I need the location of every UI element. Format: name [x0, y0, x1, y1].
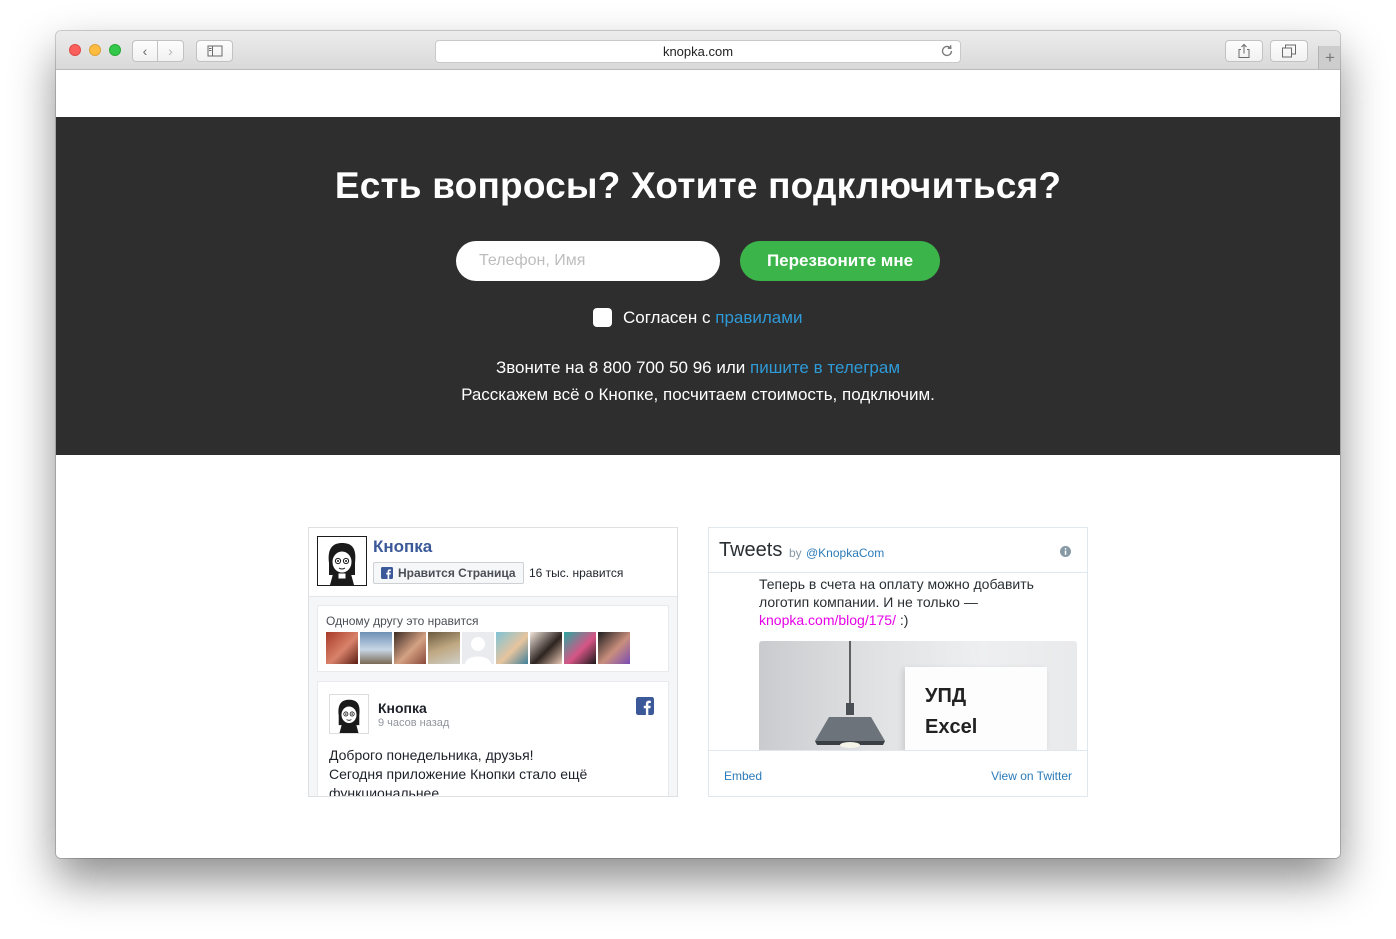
- page-content: Есть вопросы? Хотите подключиться? Перез…: [56, 70, 1340, 858]
- facebook-icon: [636, 697, 654, 715]
- twitter-title: Tweets: [719, 539, 783, 561]
- friend-avatar[interactable]: [496, 632, 528, 664]
- sidebar-icon: [207, 45, 222, 57]
- contact-headline: Есть вопросы? Хотите подключиться?: [334, 165, 1062, 206]
- post-author-name[interactable]: Кнопка: [378, 700, 427, 716]
- phone-name-input[interactable]: [456, 241, 720, 281]
- back-button[interactable]: ‹: [132, 40, 158, 62]
- back-icon: ‹: [142, 43, 148, 59]
- twitter-handle-link[interactable]: @KnopkaCom: [806, 546, 884, 560]
- document-line: Excel: [925, 716, 978, 738]
- friend-avatar[interactable]: [326, 632, 358, 664]
- friend-avatar[interactable]: [564, 632, 596, 664]
- telegram-link[interactable]: пишите в телеграм: [750, 358, 900, 377]
- facebook-widget: Кнопка Нравится Страница 16 тыс. нравитс…: [308, 527, 678, 797]
- friends-text: Одному другу это нравится: [326, 614, 479, 628]
- tweet-suffix: :): [895, 612, 909, 628]
- avatar-illustration: [328, 543, 356, 585]
- facebook-post: Кнопка 9 часов назад Доброго понедельник…: [317, 681, 669, 797]
- like-label: Нравится Страница: [398, 566, 516, 580]
- info-icon[interactable]: [1060, 546, 1071, 557]
- tweet-text: Теперь в счета на оплату можно добавить …: [759, 575, 1059, 629]
- facebook-icon: [381, 567, 393, 579]
- share-icon: [1238, 43, 1250, 58]
- twitter-footer: Embed View on Twitter: [709, 750, 1087, 796]
- friend-avatar[interactable]: [462, 632, 494, 664]
- friend-avatar[interactable]: [530, 632, 562, 664]
- reload-icon[interactable]: [940, 44, 954, 58]
- zoom-window-button[interactable]: [109, 44, 121, 56]
- avatar-illustration: [338, 699, 360, 733]
- document-sheet: УПД Excel: [905, 667, 1047, 751]
- phone-text: Звоните на 8 800 700 50 96 или: [495, 358, 750, 377]
- post-line: Сегодня приложение Кнопки стало ещё: [329, 766, 588, 782]
- share-button[interactable]: [1225, 40, 1263, 62]
- friend-avatar[interactable]: [360, 632, 392, 664]
- twitter-header: Tweets by @KnopkaCom: [709, 528, 1087, 573]
- document-text: УПД Excel: [925, 681, 977, 743]
- post-timestamp[interactable]: 9 часов назад: [378, 717, 449, 729]
- tweet-link[interactable]: knopka.com/blog/175/: [759, 612, 896, 628]
- friend-avatar[interactable]: [598, 632, 630, 664]
- close-window-button[interactable]: [69, 44, 81, 56]
- callback-button[interactable]: Перезвоните мне: [740, 241, 940, 281]
- browser-window: ‹ › knopka.com + Есть вопросы? Хотите по…: [56, 31, 1340, 858]
- embed-link[interactable]: Embed: [724, 769, 762, 783]
- new-tab-button[interactable]: +: [1318, 46, 1340, 69]
- contact-line-2: Расскажем всё о Кнопке, посчитаем стоимо…: [461, 385, 935, 404]
- address-url: knopka.com: [662, 44, 734, 59]
- post-line: Доброго понедельника, друзья!: [329, 747, 534, 763]
- post-author-avatar[interactable]: [329, 694, 369, 734]
- contact-section: Есть вопросы? Хотите подключиться? Перез…: [56, 117, 1340, 455]
- friend-avatar[interactable]: [394, 632, 426, 664]
- address-bar[interactable]: knopka.com: [435, 40, 961, 63]
- tweet-body: Теперь в счета на оплату можно добавить …: [759, 576, 1034, 610]
- document-line: УПД: [925, 685, 967, 707]
- friends-box: Одному другу это нравится: [317, 605, 669, 672]
- like-page-button[interactable]: Нравится Страница: [373, 562, 524, 584]
- tabs-icon: [1282, 44, 1296, 58]
- post-text: Доброго понедельника, друзья! Сегодня пр…: [329, 746, 659, 797]
- rules-link[interactable]: правилами: [715, 308, 802, 327]
- friend-avatar[interactable]: [428, 632, 460, 664]
- twitter-by: by: [789, 546, 802, 560]
- view-on-twitter-link[interactable]: View on Twitter: [991, 769, 1072, 783]
- agree-prefix: Согласен с: [623, 308, 716, 327]
- forward-icon: ›: [168, 43, 173, 59]
- agree-label: Согласен с правилами: [623, 308, 802, 328]
- minimize-window-button[interactable]: [89, 44, 101, 56]
- browser-toolbar: ‹ › knopka.com +: [56, 31, 1340, 70]
- tweet-image[interactable]: УПД Excel: [759, 641, 1077, 751]
- twitter-widget: Tweets by @KnopkaCom Теперь в счета на о…: [708, 527, 1088, 797]
- facebook-header: Кнопка Нравится Страница 16 тыс. нравитс…: [309, 528, 677, 597]
- forward-button[interactable]: ›: [157, 40, 184, 62]
- show-tabs-button[interactable]: [1270, 40, 1308, 62]
- contact-line-1: Звоните на 8 800 700 50 96 или пишите в …: [56, 358, 1340, 378]
- post-line: функциональнее.: [329, 785, 444, 797]
- sidebar-toggle-button[interactable]: [196, 40, 233, 62]
- likes-count: 16 тыс. нравится: [529, 566, 624, 580]
- page-avatar[interactable]: [317, 536, 367, 586]
- default-avatar-icon: [465, 637, 491, 664]
- agree-checkbox[interactable]: [593, 308, 612, 327]
- facebook-page-name[interactable]: Кнопка: [373, 537, 432, 557]
